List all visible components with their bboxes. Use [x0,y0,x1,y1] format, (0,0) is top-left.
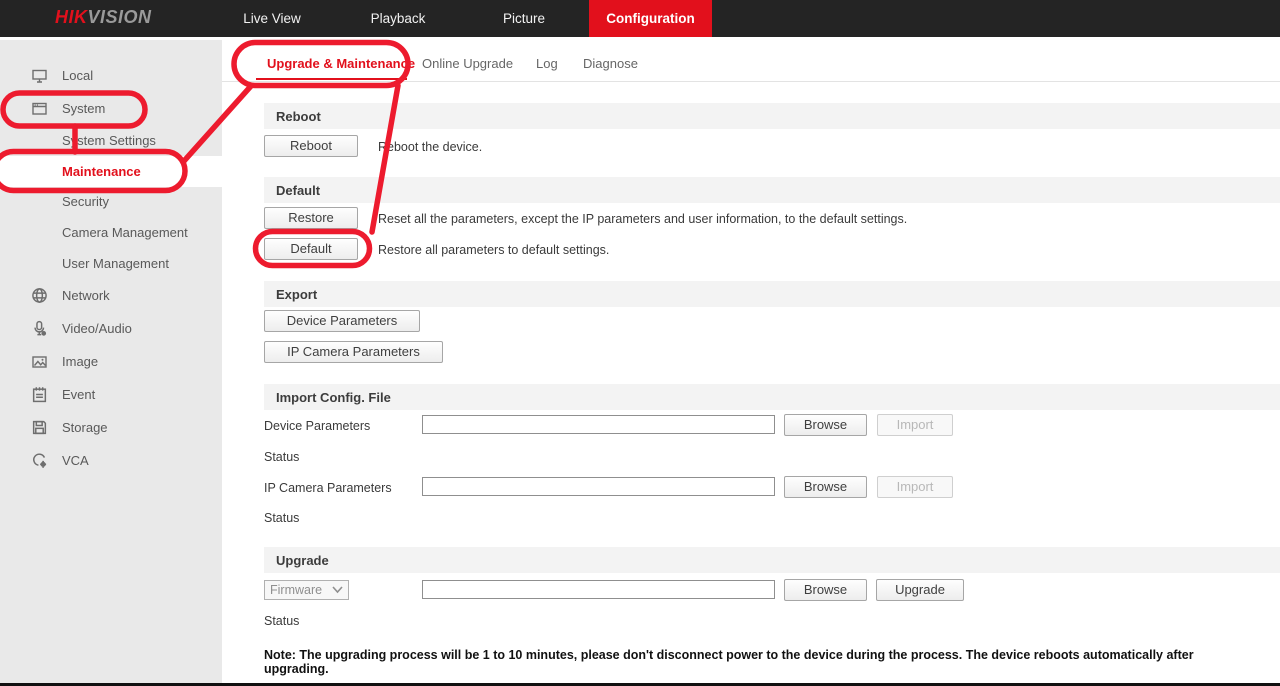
sidebar-item-video-audio[interactable]: Video/Audio [0,313,222,344]
chevron-down-icon [332,586,343,594]
sidebar-item-system-settings[interactable]: System Settings [0,125,222,156]
sidebar-item-label: Storage [62,420,108,435]
sidebar-item-maintenance[interactable]: Maintenance [0,156,222,187]
sidebar-item-label: Event [62,387,95,402]
import-device-browse-button[interactable]: Browse [784,414,867,436]
nav-live-view[interactable]: Live View [222,0,322,37]
reboot-description: Reboot the device. [378,140,482,154]
import-ipc-status-label: Status [264,511,299,525]
section-header-export: Export [264,281,1280,307]
hikvision-logo: HIKVISION [55,7,152,28]
sidebar-item-label: Camera Management [62,225,188,240]
hikvision-config-page: HIKVISION Live View Playback Picture Con… [0,0,1280,686]
import-device-status-label: Status [264,450,299,464]
restore-button[interactable]: Restore [264,207,358,229]
firmware-select-value: Firmware [270,583,322,597]
import-device-import-button[interactable]: Import [877,414,953,436]
sidebar-item-camera-management[interactable]: Camera Management [0,217,222,248]
section-title: Export [276,287,317,302]
sidebar-item-label: VCA [62,453,89,468]
export-device-parameters-button[interactable]: Device Parameters [264,310,420,332]
upgrade-status-label: Status [264,614,299,628]
sidebar-item-local[interactable]: Local [0,60,222,91]
nav-picture[interactable]: Picture [474,0,574,37]
upgrade-file-input[interactable] [422,580,775,599]
image-icon [30,353,48,371]
sidebar-item-network[interactable]: Network [0,280,222,311]
sidebar-item-storage[interactable]: Storage [0,412,222,443]
sidebar-item-image[interactable]: Image [0,346,222,377]
default-button[interactable]: Default [264,238,358,260]
import-device-parameters-input[interactable] [422,415,775,434]
logo-vision: VISION [88,7,152,27]
section-header-import-config: Import Config. File [264,384,1280,410]
sidebar-item-security[interactable]: Security [0,186,222,217]
section-header-reboot: Reboot [264,103,1280,129]
window-icon [30,100,48,118]
logo-hik: HIK [55,7,88,27]
section-title: Default [276,183,320,198]
upgrade-browse-button[interactable]: Browse [784,579,867,601]
sidebar-item-system[interactable]: System [0,93,222,124]
section-title: Import Config. File [276,390,391,405]
tab-diagnose[interactable]: Diagnose [583,56,638,71]
sidebar-item-label: Security [62,194,109,209]
vca-icon [30,452,48,470]
monitor-icon [30,67,48,85]
upgrade-note: Note: The upgrading process will be 1 to… [264,648,1260,676]
sidebar-item-label: Maintenance [62,164,141,179]
tab-log[interactable]: Log [536,56,558,71]
firmware-type-select[interactable]: Firmware [264,580,349,600]
default-description: Restore all parameters to default settin… [378,243,609,257]
import-ipc-browse-button[interactable]: Browse [784,476,867,498]
section-title: Upgrade [276,553,329,568]
sidebar-item-vca[interactable]: VCA [0,445,222,476]
sidebar-item-label: Network [62,288,110,303]
nav-playback[interactable]: Playback [348,0,448,37]
import-device-parameters-label: Device Parameters [264,419,370,433]
import-ipc-parameters-input[interactable] [422,477,775,496]
restore-description: Reset all the parameters, except the IP … [378,212,907,226]
sidebar-item-label: User Management [62,256,169,271]
sidebar-item-label: Video/Audio [62,321,132,336]
import-ipc-parameters-label: IP Camera Parameters [264,481,392,495]
nav-configuration[interactable]: Configuration [589,0,712,37]
section-title: Reboot [276,109,321,124]
notepad-icon [30,386,48,404]
tab-upgrade-maintenance[interactable]: Upgrade & Maintenance [267,56,415,71]
export-ip-camera-parameters-button[interactable]: IP Camera Parameters [264,341,443,363]
section-header-default: Default [264,177,1280,203]
microphone-icon [30,320,48,338]
tab-bottom-border [222,81,1280,82]
sidebar-item-event[interactable]: Event [0,379,222,410]
upgrade-button[interactable]: Upgrade [876,579,964,601]
sidebar-item-user-management[interactable]: User Management [0,248,222,279]
section-header-upgrade: Upgrade [264,547,1280,573]
top-navigation-bar: HIKVISION Live View Playback Picture Con… [0,0,1280,37]
sidebar-item-label: System Settings [62,133,156,148]
sidebar-item-label: Local [62,68,93,83]
reboot-button[interactable]: Reboot [264,135,358,157]
sidebar-item-label: Image [62,354,98,369]
active-tab-underline [256,78,407,80]
sidebar: Local System System Settings Maintenance… [0,40,222,683]
import-ipc-import-button[interactable]: Import [877,476,953,498]
globe-icon [30,287,48,305]
tab-online-upgrade[interactable]: Online Upgrade [422,56,513,71]
sidebar-item-label: System [62,101,105,116]
disk-icon [30,419,48,437]
